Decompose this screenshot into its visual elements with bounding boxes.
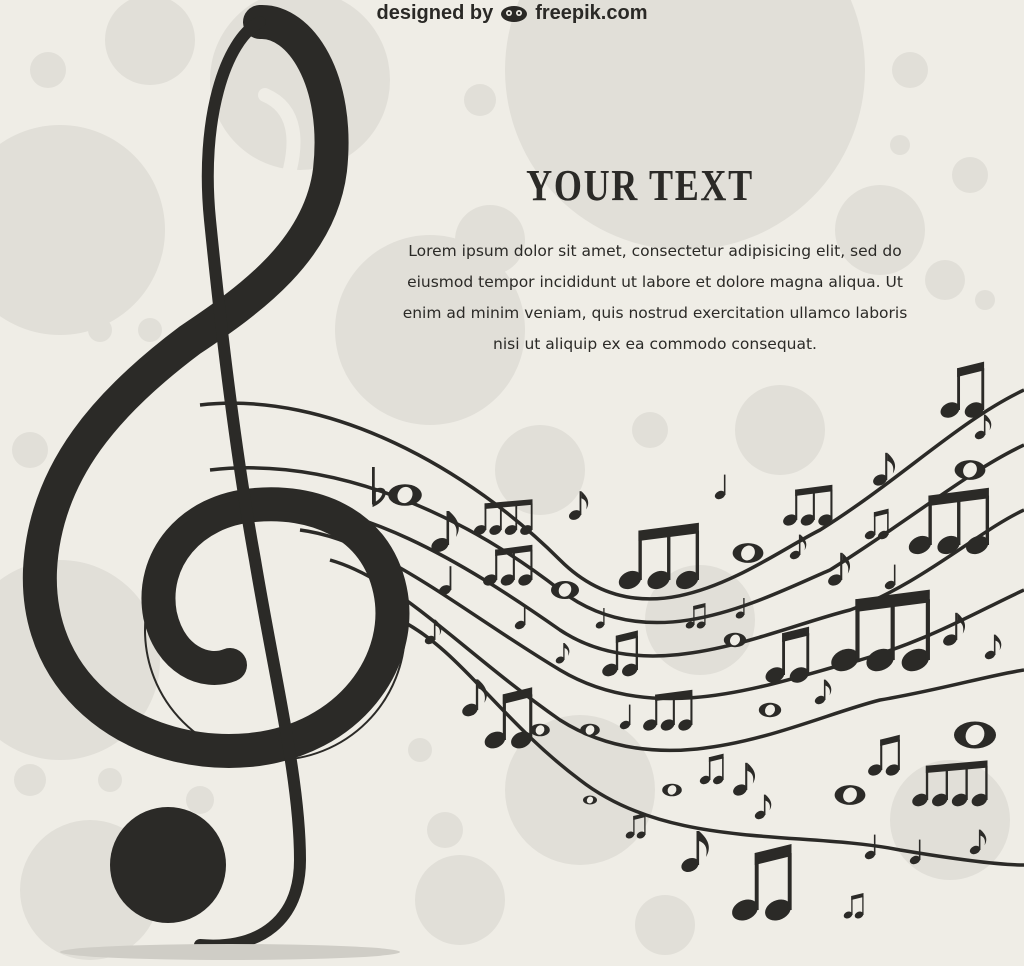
whole-note-icon	[834, 785, 866, 805]
whole-note-icon	[723, 632, 747, 648]
background-bubble	[632, 412, 668, 448]
beamed-notes-icon	[843, 893, 864, 919]
music-note-icon	[873, 452, 896, 486]
background-bubble	[186, 786, 214, 814]
beamed-notes-icon	[699, 753, 724, 785]
beamed-notes-icon	[783, 484, 833, 526]
music-note-icon	[555, 643, 570, 664]
credit-prefix: designed by	[376, 1, 494, 24]
background-bubble	[427, 812, 463, 848]
background-bubble	[12, 432, 48, 468]
music-note-icon	[754, 794, 772, 820]
flat-sign-icon	[372, 467, 386, 508]
music-note-icon	[864, 834, 876, 860]
whole-note-icon	[954, 460, 986, 480]
beamed-notes-icon	[940, 361, 985, 418]
background-bubble	[464, 84, 496, 116]
music-note-icon	[462, 679, 487, 717]
whole-note-icon	[583, 795, 597, 805]
music-note-icon	[514, 604, 526, 630]
background-bubble	[952, 157, 988, 193]
beamed-notes-icon	[908, 487, 990, 555]
freepik-mascot-icon	[501, 6, 528, 22]
headline: YOUR TEXT	[526, 161, 754, 210]
background-bubble	[890, 135, 910, 155]
beamed-notes-icon	[732, 844, 792, 921]
background-bubble	[98, 768, 122, 792]
beamed-notes-icon	[864, 508, 889, 540]
whole-note-icon	[580, 723, 600, 737]
background-bubble	[408, 738, 432, 762]
music-note-icon	[943, 612, 966, 646]
background-bubble	[415, 855, 505, 945]
whole-note-icon	[388, 484, 422, 506]
music-note-icon	[619, 704, 631, 730]
beamed-notes-icon	[473, 499, 533, 535]
background-bubble	[925, 260, 965, 300]
background-bubble	[0, 125, 165, 335]
background-bubble	[505, 0, 865, 250]
music-note-icon	[733, 762, 756, 796]
whole-note-icon	[551, 581, 579, 599]
music-note-icon	[814, 679, 832, 705]
music-illustration	[0, 0, 1024, 960]
whole-note-icon	[732, 543, 764, 563]
music-note-icon	[984, 634, 1002, 660]
background-bubble	[975, 290, 995, 310]
background-bubble	[635, 895, 695, 955]
background-bubble	[30, 52, 66, 88]
beamed-notes-icon	[868, 734, 900, 776]
music-note-icon	[884, 564, 896, 590]
music-note-icon	[424, 619, 442, 645]
music-note-icon	[714, 474, 726, 500]
background-bubble	[892, 52, 928, 88]
whole-note-icon	[758, 702, 782, 718]
body-text: Lorem ipsum dolor sit amet, consectetur …	[402, 242, 908, 353]
background-bubble	[14, 764, 46, 796]
background-bubble	[88, 318, 112, 342]
music-note-icon	[681, 831, 709, 873]
credit-brand: freepik.com	[535, 1, 648, 24]
whole-note-icon	[662, 783, 682, 797]
background-bubble	[735, 385, 825, 475]
whole-note-icon	[954, 721, 996, 749]
credit-line: designed by freepik.com	[0, 0, 1024, 26]
beamed-notes-icon	[618, 522, 700, 590]
music-note-icon	[438, 566, 452, 595]
beamed-notes-icon	[831, 589, 930, 672]
background-bubble	[138, 318, 162, 342]
whole-note-icon	[530, 723, 550, 737]
